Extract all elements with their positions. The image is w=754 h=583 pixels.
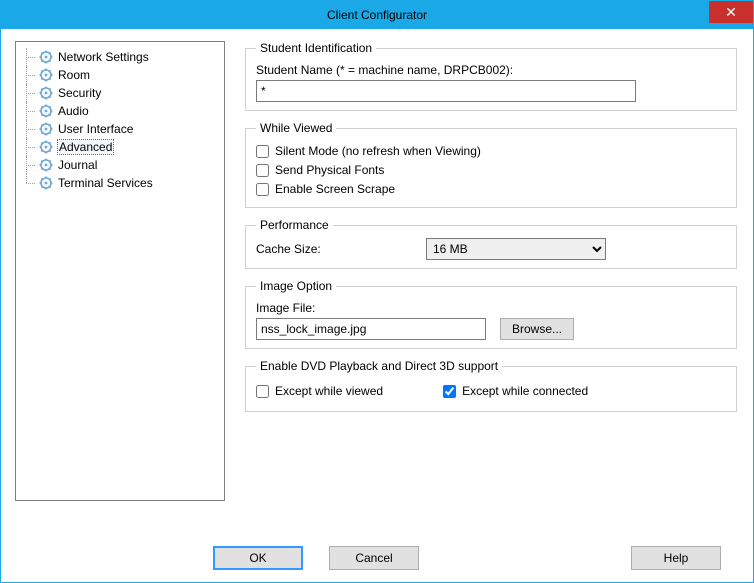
silent-mode-checkbox[interactable]: Silent Mode (no refresh when Viewing) [256,142,726,160]
gear-icon [38,67,54,83]
tree-item-label: Security [58,86,101,100]
cache-size-select[interactable]: 16 MB [426,238,606,260]
gear-icon [38,139,54,155]
gear-icon [38,121,54,137]
tree-item-network-settings[interactable]: Network Settings [24,48,220,66]
tree-item-room[interactable]: Room [24,66,220,84]
group-dvd-3d: Enable DVD Playback and Direct 3D suppor… [245,359,737,412]
tree-item-label: User Interface [58,122,133,136]
student-name-input[interactable] [256,80,636,102]
screen-scrape-checkbox[interactable]: Enable Screen Scrape [256,180,726,198]
tree-item-label: Network Settings [58,50,149,64]
tree-item-journal[interactable]: Journal [24,156,220,174]
group-while-viewed: While Viewed Silent Mode (no refresh whe… [245,121,737,208]
browse-button[interactable]: Browse... [500,318,574,340]
silent-mode-input[interactable] [256,145,269,158]
tree-item-label: Audio [58,104,89,118]
cancel-button[interactable]: Cancel [329,546,419,570]
ok-button[interactable]: OK [213,546,303,570]
window-title: Client Configurator [1,8,753,22]
tree-item-audio[interactable]: Audio [24,102,220,120]
checkbox-label: Silent Mode (no refresh when Viewing) [275,144,481,158]
group-legend: Student Identification [256,41,376,55]
dvd-checkbox-row: Except while viewed Except while connect… [256,381,726,401]
image-file-label: Image File: [256,301,726,315]
cache-size-label: Cache Size: [256,242,426,256]
gear-icon [38,49,54,65]
close-icon: ✕ [725,4,737,21]
nav-tree: Network Settings Room Security Audio User In… [15,41,225,501]
group-student-identification: Student Identification Student Name (* =… [245,41,737,111]
tree-item-terminal-services[interactable]: Terminal Services [24,174,220,192]
except-viewed-input[interactable] [256,385,269,398]
settings-panel: Student Identification Student Name (* =… [243,41,739,509]
group-legend: Image Option [256,279,336,293]
cache-size-row: Cache Size: 16 MB [256,238,726,260]
send-fonts-checkbox[interactable]: Send Physical Fonts [256,161,726,179]
gear-icon [38,103,54,119]
tree-item-user-interface[interactable]: User Interface [24,120,220,138]
gear-icon [38,85,54,101]
image-file-row: Browse... [256,318,726,340]
student-name-label: Student Name (* = machine name, DRPCB002… [256,63,726,77]
checkbox-label: Except while connected [462,384,588,398]
gear-icon [38,157,54,173]
tree-item-label: Journal [58,158,97,172]
gear-icon [38,175,54,191]
button-bar: OK Cancel Help [1,546,753,570]
help-button[interactable]: Help [631,546,721,570]
checkbox-label: Except while viewed [275,384,383,398]
close-button[interactable]: ✕ [709,1,753,23]
group-legend: While Viewed [256,121,336,135]
tree-item-advanced[interactable]: Advanced [24,138,220,156]
image-file-input[interactable] [256,318,486,340]
screen-scrape-input[interactable] [256,183,269,196]
except-connected-input[interactable] [443,385,456,398]
dialog-window: Client Configurator ✕ Network Settings Ro… [0,0,754,583]
dialog-body: Network Settings Room Security Audio User In… [1,29,753,582]
content-columns: Network Settings Room Security Audio User In… [15,41,739,509]
group-performance: Performance Cache Size: 16 MB [245,218,737,269]
group-legend: Performance [256,218,333,232]
except-viewed-checkbox[interactable]: Except while viewed [256,382,383,400]
group-legend: Enable DVD Playback and Direct 3D suppor… [256,359,502,373]
checkbox-label: Send Physical Fonts [275,163,384,177]
title-bar[interactable]: Client Configurator ✕ [1,1,753,29]
tree-item-label: Room [58,68,90,82]
except-connected-checkbox[interactable]: Except while connected [443,382,588,400]
checkbox-label: Enable Screen Scrape [275,182,395,196]
group-image-option: Image Option Image File: Browse... [245,279,737,349]
send-fonts-input[interactable] [256,164,269,177]
tree-item-label: Advanced [58,140,113,154]
tree-item-label: Terminal Services [58,176,153,190]
tree-item-security[interactable]: Security [24,84,220,102]
